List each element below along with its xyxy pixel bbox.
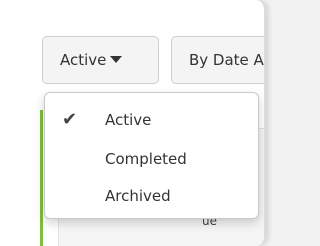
menu-item-active[interactable]: ✔ Active [45,103,258,137]
status-dropdown-menu: ✔ Active Completed Archived [44,92,259,219]
menu-item-archived[interactable]: Archived [45,179,258,213]
menu-item-completed[interactable]: Completed [45,142,258,176]
caret-down-icon [110,56,123,63]
menu-item-label: Completed [105,150,187,168]
sort-button[interactable]: By Date A [171,36,264,84]
status-filter-button[interactable]: Active [42,36,159,84]
task-list-panel: Active By Date A nc ue ✔ Active Complete… [0,0,266,246]
menu-item-label: Archived [105,187,171,205]
check-icon: ✔ [62,109,78,130]
status-filter-label: Active [60,51,107,69]
menu-item-label: Active [105,111,152,129]
sort-button-label: By Date A [189,51,264,69]
status-accent-bar [40,110,43,246]
